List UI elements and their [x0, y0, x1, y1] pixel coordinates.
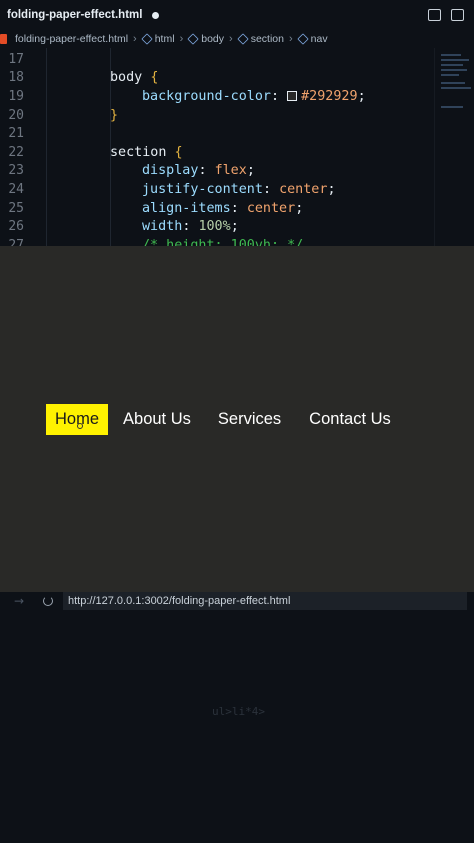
minimap[interactable]	[434, 48, 474, 246]
css-property: align-items	[142, 200, 231, 216]
code-line[interactable]: 20 }	[0, 106, 440, 125]
css-property: width	[142, 219, 183, 235]
breadcrumb-item-body[interactable]: body	[187, 33, 225, 45]
forward-arrow-icon[interactable]: →	[14, 594, 34, 608]
css-value: #292929	[301, 88, 358, 104]
breadcrumb-item-html[interactable]: html	[141, 33, 175, 45]
minimap-line	[441, 69, 467, 71]
line-number: 20	[8, 107, 24, 123]
element-icon	[296, 33, 309, 45]
tab-label: folding-paper-effect.html	[7, 9, 143, 21]
css-value: 100%	[198, 219, 231, 235]
chevron-right-icon: ›	[288, 33, 293, 45]
breadcrumb-item-nav[interactable]: nav	[296, 33, 328, 45]
url-text: http://127.0.0.1:3002/folding-paper-effe…	[68, 595, 291, 607]
code-line[interactable]: 18 body {	[0, 69, 440, 88]
minimap-line	[441, 54, 461, 56]
nav-link-home[interactable]: Home	[46, 404, 109, 435]
minimap-line	[441, 74, 459, 76]
code-line[interactable]: 24 justify-content: center;	[0, 180, 440, 199]
code-line[interactable]: 22 section {	[0, 143, 440, 162]
code-line[interactable]: 25 align-items: center;	[0, 199, 440, 218]
line-number: 25	[8, 200, 24, 216]
element-icon	[141, 33, 153, 45]
unsaved-dot-icon	[152, 11, 160, 19]
breadcrumb-label: html	[154, 33, 175, 45]
line-number: 27	[8, 237, 24, 246]
title-bar: folding-paper-effect.html	[0, 0, 474, 30]
minimap-line	[441, 64, 463, 66]
breadcrumb-label: nav	[310, 33, 328, 45]
code-line[interactable]: 19 background-color: #292929;	[0, 87, 440, 106]
line-number: 17	[8, 51, 24, 67]
breadcrumb-label: section	[250, 33, 284, 45]
css-value: center	[279, 181, 328, 197]
title-actions	[428, 9, 474, 21]
brace: {	[174, 144, 183, 160]
brace: {	[150, 70, 159, 86]
code-line[interactable]: 27 /* height: 100vh; */	[0, 236, 440, 246]
color-swatch-icon[interactable]	[287, 90, 298, 101]
css-property: background-color	[142, 88, 271, 104]
brace: }	[110, 107, 119, 123]
line-number: 22	[8, 144, 24, 160]
css-value: flex	[214, 163, 247, 179]
line-number: 21	[8, 126, 24, 142]
browser-toolbar: → http://127.0.0.1:3002/folding-paper-ef…	[0, 592, 474, 610]
reload-icon[interactable]	[43, 596, 53, 606]
nav-link-about-us[interactable]: About Us	[114, 404, 200, 435]
minimap-line	[441, 87, 471, 89]
line-number: 18	[8, 70, 24, 86]
css-comment: /* height: 100vh; */	[142, 237, 304, 246]
css-selector: section	[110, 144, 167, 160]
breadcrumb-file[interactable]: folding-paper-effect.html	[15, 33, 128, 45]
more-actions-icon[interactable]	[451, 9, 464, 21]
line-number: 24	[8, 181, 24, 197]
css-property: display	[142, 163, 199, 179]
line-number: 23	[8, 163, 24, 179]
faint-overlay-text: ul>li*4>	[212, 705, 265, 718]
code-line[interactable]: 17	[0, 50, 440, 69]
bottom-panel: ul>li*4>	[0, 610, 474, 843]
split-editor-icon[interactable]	[428, 9, 441, 21]
code-line[interactable]: 21	[0, 124, 440, 143]
html-file-icon	[0, 34, 7, 44]
breadcrumb-label: body	[201, 33, 225, 45]
line-number: 19	[8, 88, 24, 104]
nav-link-services[interactable]: Services	[209, 404, 290, 435]
chevron-right-icon: ›	[179, 33, 184, 45]
line-number: 26	[8, 219, 24, 235]
breadcrumb: folding-paper-effect.html › html › body …	[0, 30, 474, 48]
code-line[interactable]: 23 display: flex;	[0, 162, 440, 181]
code-editor[interactable]: 17 18 body { 19 background-color: #29292…	[0, 48, 474, 246]
nav-link-contact-us[interactable]: Contact Us	[300, 404, 400, 435]
element-icon	[237, 33, 249, 45]
element-icon	[187, 33, 199, 45]
chevron-right-icon: ›	[229, 33, 233, 45]
chevron-right-icon: ›	[133, 33, 137, 45]
css-value: center	[246, 200, 296, 216]
minimap-line	[441, 106, 463, 108]
css-selector: body	[110, 70, 143, 86]
url-bar[interactable]: http://127.0.0.1:3002/folding-paper-effe…	[63, 592, 467, 610]
code-line[interactable]: 26 width: 100%;	[0, 217, 440, 236]
live-preview: Home About Us Services Contact Us	[0, 246, 474, 598]
nav-bar: Home About Us Services Contact Us	[46, 404, 404, 435]
mouse-cursor-icon	[77, 423, 83, 429]
minimap-line	[441, 59, 469, 61]
breadcrumb-item-section[interactable]: section	[237, 33, 284, 45]
minimap-line	[441, 82, 465, 84]
css-property: justify-content	[142, 181, 263, 197]
editor-tab[interactable]: folding-paper-effect.html	[0, 0, 160, 30]
